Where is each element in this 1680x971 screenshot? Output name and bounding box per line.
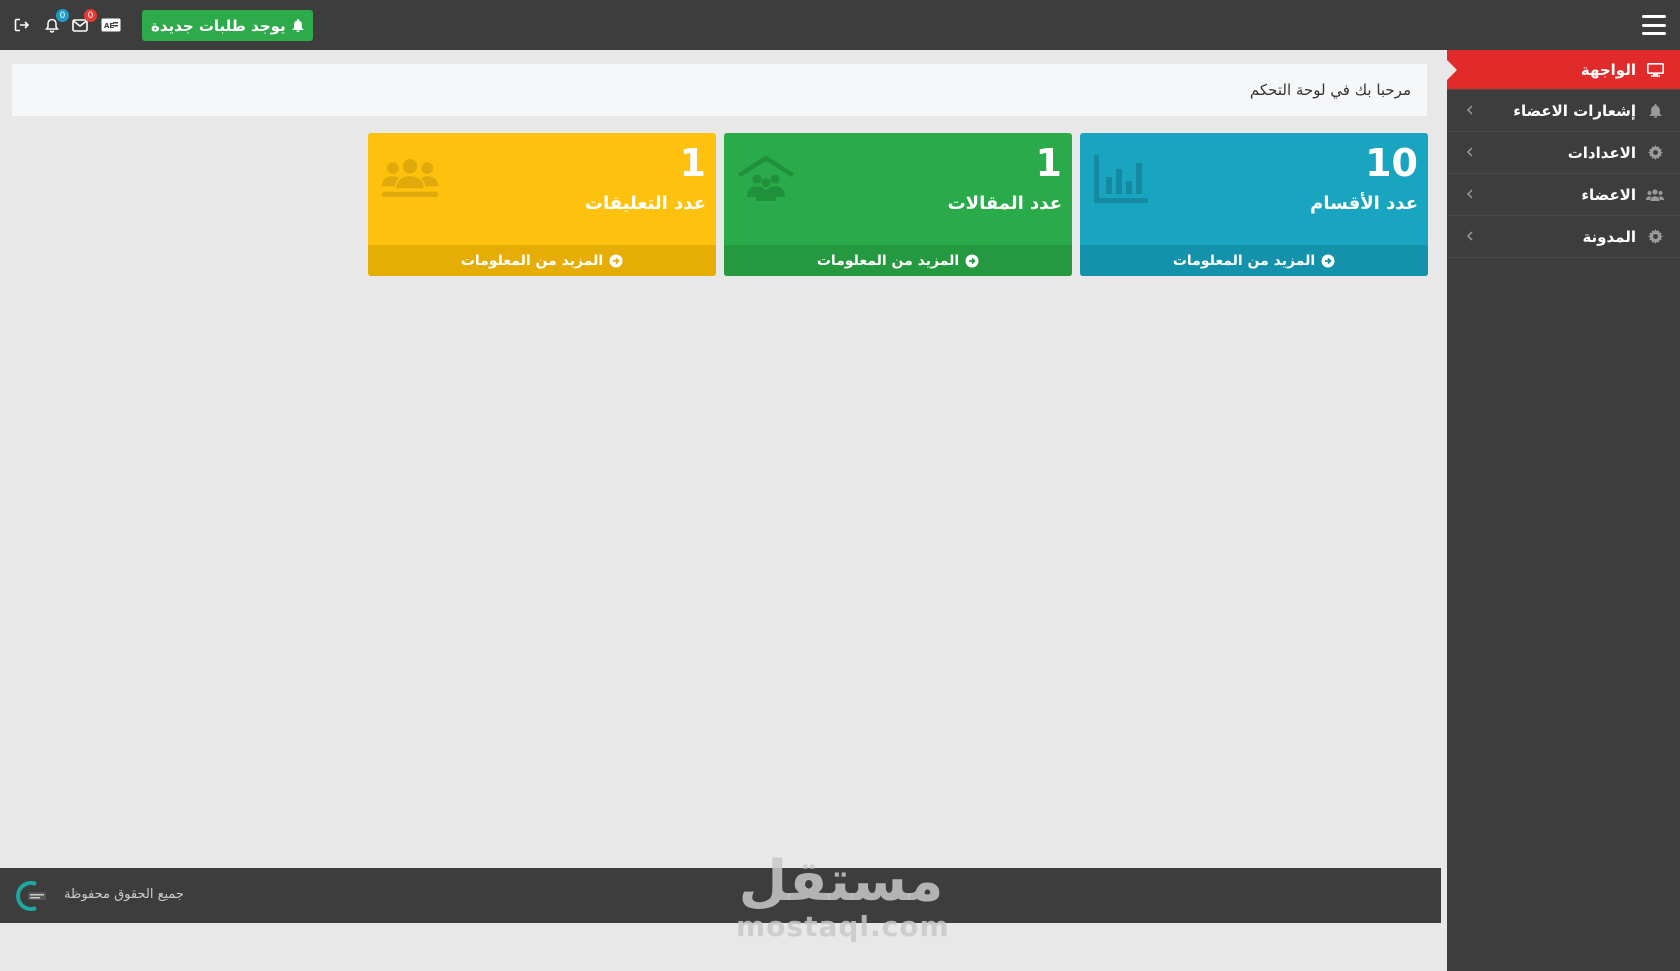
sidebar-item-member-notifications[interactable]: إشعارات الاعضاء (1447, 90, 1680, 132)
sidebar-item-label: المدونة (1582, 227, 1636, 246)
sections-more-info-link[interactable]: المزيد من المعلومات (1080, 245, 1428, 276)
gear-icon (1646, 145, 1664, 161)
articles-count: 1 (1035, 141, 1062, 185)
mostaql-watermark: مستقل mostaql.com (736, 849, 950, 943)
articles-label: عدد المقالات (947, 193, 1062, 214)
notifications-badge: 0 (56, 9, 69, 22)
sidebar-item-settings[interactable]: الاعدادات (1447, 132, 1680, 174)
comments-more-info-link[interactable]: المزيد من المعلومات (368, 245, 716, 276)
bell-icon (292, 19, 304, 32)
more-info-label: المزيد من المعلومات (1172, 252, 1316, 269)
new-requests-label: يوجد طلبات جديدة (151, 16, 286, 35)
chevron-left-icon (1466, 189, 1473, 199)
chevron-left-icon (1466, 105, 1473, 115)
sidebar-item-label: الاعدادات (1567, 143, 1636, 162)
messages-badge: 0 (84, 9, 97, 22)
sections-count: 10 (1365, 141, 1418, 185)
new-requests-button[interactable]: يوجد طلبات جديدة (142, 10, 313, 41)
more-info-label: المزيد من المعلومات (460, 252, 604, 269)
sidebar-item-blog[interactable]: المدونة (1447, 216, 1680, 258)
arrow-circle-icon (609, 254, 623, 267)
svg-text:AE: AE (104, 22, 114, 30)
arrow-circle-icon (965, 254, 979, 267)
welcome-panel: مرحبا بك في لوحة التحكم (12, 64, 1427, 116)
site-logo (16, 881, 46, 911)
more-info-label: المزيد من المعلومات (816, 252, 960, 269)
footer: جميع الحقوق محفوظة (0, 868, 1441, 923)
sidebar-item-label: إشعارات الاعضاء (1513, 101, 1636, 120)
house-people-icon (737, 155, 795, 201)
bell-icon (1646, 103, 1664, 119)
users-icon (1646, 187, 1664, 203)
watermark-latin: mostaql.com (736, 910, 950, 943)
sections-stat-card: 10 عدد الأقسام المزيد من المعلومات (1080, 133, 1428, 276)
welcome-text: مرحبا بك في لوحة التحكم (1249, 81, 1411, 99)
sidebar-item-label: الاعضاء (1581, 185, 1636, 204)
sidebar-item-dashboard[interactable]: الواجهة (1447, 50, 1680, 90)
hamburger-line (1642, 15, 1666, 18)
sidebar: الواجهة إشعارات الاعضاء الاعدادات الاعضا… (1447, 50, 1680, 971)
hamburger-line (1642, 32, 1666, 35)
gear-icon (1646, 229, 1664, 245)
monitor-icon (1646, 62, 1664, 78)
watermark-arabic: مستقل (738, 849, 944, 914)
comments-label: عدد التعليقات (584, 193, 706, 214)
chevron-left-icon (1466, 231, 1473, 241)
menu-toggle-button[interactable] (1642, 15, 1666, 35)
hamburger-line (1642, 23, 1666, 27)
users-group-icon (381, 159, 439, 198)
top-navbar: يوجد طلبات جديدة AE 0 0 (0, 0, 1680, 50)
chart-icon (1094, 155, 1148, 203)
articles-more-info-link[interactable]: المزيد من المعلومات (724, 245, 1072, 276)
logout-icon[interactable] (11, 14, 33, 36)
messages-icon[interactable]: 0 (69, 9, 97, 36)
sections-label: عدد الأقسام (1310, 193, 1418, 214)
sidebar-item-label: الواجهة (1580, 60, 1636, 79)
articles-stat-card: 1 عدد المقالات المزيد من المعلومات (724, 133, 1072, 276)
notifications-icon[interactable]: 0 (41, 9, 69, 36)
arrow-circle-icon (1321, 254, 1335, 267)
chevron-left-icon (1466, 147, 1473, 157)
id-card-icon[interactable]: AE (100, 14, 122, 36)
comments-count: 1 (679, 141, 706, 185)
sidebar-item-members[interactable]: الاعضاء (1447, 174, 1680, 216)
copyright-text: جميع الحقوق محفوظة (64, 887, 184, 902)
comments-stat-card: 1 عدد التعليقات المزيد من المعلومات (368, 133, 716, 276)
